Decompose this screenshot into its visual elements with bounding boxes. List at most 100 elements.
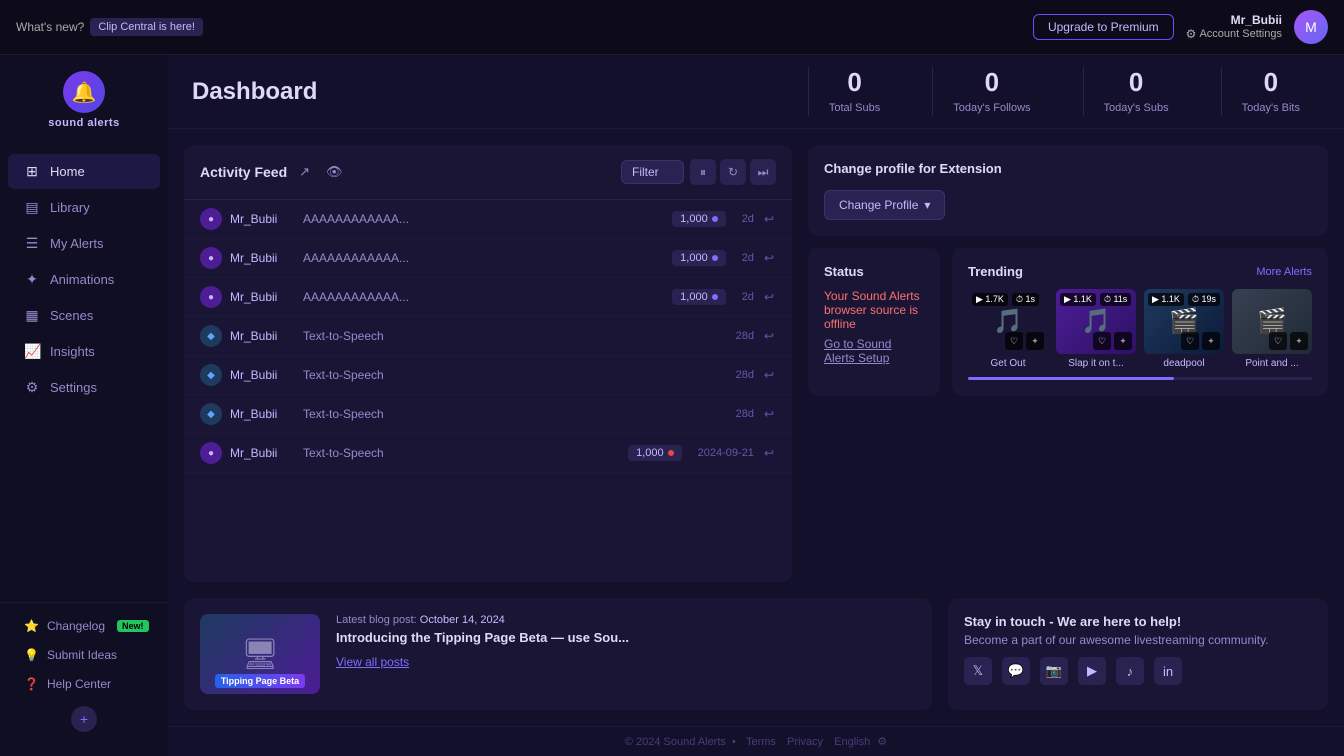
points-dot [668,450,674,456]
card-thumbnail: 🎬 ▶ 1.1K ⏱ 19s ♡ + [1144,289,1224,354]
feed-username: Mr_Bubii [230,290,295,304]
trending-card[interactable]: 🎬 ▶ 1.1K ⏱ 19s ♡ + deadpool [1144,289,1224,369]
discord-icon[interactable]: 💬 [1002,657,1030,685]
trending-card[interactable]: 🎵 ▶ 1.1K ⏱ 11s ♡ + Slap it on t... [1056,289,1136,369]
replay-button[interactable]: ↩ [762,444,776,462]
language-link[interactable]: English [834,736,870,748]
add-button[interactable]: + [1202,332,1220,350]
privacy-link[interactable]: Privacy [787,736,823,748]
twitter-icon[interactable]: 𝕏 [964,657,992,685]
feed-item: ● Mr_Bubii AAAAAAAAAAAA... 1,000 2d ↩ [184,278,792,317]
replay-button[interactable]: ↩ [762,405,776,423]
add-button[interactable]: + [1290,332,1308,350]
topbar-right: Upgrade to Premium Mr_Bubii ⚙ Account Se… [1033,10,1328,44]
footer-gear-icon: ⚙ [877,736,887,748]
feed-item: ◆ Mr_Bubii Text-to-Speech 28d ↩ [184,356,792,395]
filter-select[interactable]: Filter [621,160,684,184]
blog-date: October 14, 2024 [420,614,505,626]
card-name: deadpool [1144,358,1224,369]
stat-total-subs: 0 Total Subs [808,67,900,116]
youtube-icon[interactable]: ▶ [1078,657,1106,685]
replay-button[interactable]: ↩ [762,366,776,384]
like-button[interactable]: ♡ [1269,332,1287,350]
thumb-actions: ♡ + [1093,332,1132,350]
circle-action-button[interactable]: + [71,706,97,732]
more-alerts-link[interactable]: More Alerts [1256,266,1312,278]
pause-button[interactable]: ⏸ [690,159,716,185]
duration: ⏱ 11s [1100,293,1131,306]
dropdown-arrow-icon: ▾ [924,198,930,212]
changelog-label: Changelog [47,619,105,633]
sidebar-item-settings[interactable]: ⚙ Settings [8,370,160,405]
add-button[interactable]: + [1114,332,1132,350]
card-name: Point and ... [1232,358,1312,369]
replay-button[interactable]: ↩ [762,249,776,267]
sidebar-item-scenes[interactable]: ▦ Scenes [8,298,160,333]
replay-button[interactable]: ↩ [762,210,776,228]
like-button[interactable]: ♡ [1005,332,1023,350]
total-subs-label: Total Subs [829,102,880,114]
stat-today-subs: 0 Today's Subs [1083,67,1189,116]
sidebar-item-changelog[interactable]: ⭐ Changelog New! [8,612,160,640]
status-title: Status [824,264,924,279]
skip-button[interactable]: ⏭ [750,159,776,185]
feed-time: 2d [742,291,754,303]
external-link-button[interactable]: ↗ [295,162,314,182]
instagram-icon[interactable]: 📷 [1040,657,1068,685]
thumb-actions: ♡ + [1181,332,1220,350]
community-title: Stay in touch - We are here to help! [964,614,1312,629]
sidebar-item-animations[interactable]: ✦ Animations [8,262,160,297]
sidebar-item-home[interactable]: ⊞ Home [8,154,160,189]
logo-icon: 🔔 [63,71,105,113]
sidebar-item-my-alerts[interactable]: ☰ My Alerts [8,226,160,261]
points-dot [712,255,718,261]
upgrade-button[interactable]: Upgrade to Premium [1033,14,1174,40]
feed-dot: ● [200,442,222,464]
refresh-button[interactable]: ↻ [720,159,746,185]
like-button[interactable]: ♡ [1093,332,1111,350]
user-info: Mr_Bubii ⚙ Account Settings [1186,13,1282,41]
linkedin-icon[interactable]: in [1154,657,1182,685]
page-title: Dashboard [192,78,808,106]
feed-points: 1,000 [672,250,726,266]
play-count: ▶ 1.1K [1148,293,1184,306]
change-profile-button[interactable]: Change Profile ▾ [824,190,945,220]
tiktok-icon[interactable]: ♪ [1116,657,1144,685]
community-subtitle: Become a part of our awesome livestreami… [964,633,1312,647]
replay-button[interactable]: ↩ [762,288,776,306]
sidebar-label-animations: Animations [50,272,114,287]
like-button[interactable]: ♡ [1181,332,1199,350]
sidebar: 🔔 sound alerts ⊞ Home ▤ Library ☰ My Ale… [0,55,168,756]
scenes-icon: ▦ [24,307,40,324]
account-settings-label[interactable]: Account Settings [1199,28,1282,40]
announcement-link[interactable]: Clip Central is here! [90,18,203,36]
feed-list: ● Mr_Bubii AAAAAAAAAAAA... 1,000 2d ↩ ● … [184,200,792,582]
thumb-actions: ♡ + [1269,332,1308,350]
sidebar-label-my-alerts: My Alerts [50,236,103,251]
trending-panel: Trending More Alerts 🎵 ▶ 1.7K ⏱ 1s ♡ + G… [952,248,1328,396]
add-button[interactable]: + [1026,332,1044,350]
feed-type: AAAAAAAAAAAA... [303,290,664,304]
today-subs-label: Today's Subs [1104,102,1169,114]
trending-card[interactable]: 🎵 ▶ 1.7K ⏱ 1s ♡ + Get Out [968,289,1048,369]
home-icon: ⊞ [24,163,40,180]
trending-card[interactable]: 🎬 ♡ + Point and ... [1232,289,1312,369]
status-setup-link[interactable]: Go to Sound Alerts Setup [824,337,924,365]
card-name: Slap it on t... [1056,358,1136,369]
terms-link[interactable]: Terms [746,736,776,748]
sidebar-label-library: Library [50,200,90,215]
blog-label: Latest blog post: October 14, 2024 [336,614,916,626]
eye-button[interactable]: 👁 [322,162,347,182]
content: Dashboard 0 Total Subs 0 Today's Follows… [168,55,1344,756]
sidebar-item-help-center[interactable]: ❓ Help Center [8,670,160,698]
replay-button[interactable]: ↩ [762,327,776,345]
feed-item: ◆ Mr_Bubii Text-to-Speech 28d ↩ [184,395,792,434]
feed-username: Mr_Bubii [230,407,295,421]
sidebar-item-insights[interactable]: 📈 Insights [8,334,160,369]
sidebar-item-submit-ideas[interactable]: 💡 Submit Ideas [8,641,160,669]
stat-today-follows: 0 Today's Follows [932,67,1050,116]
view-all-posts-link[interactable]: View all posts [336,655,409,669]
sidebar-item-library[interactable]: ▤ Library [8,190,160,225]
stats-items: 0 Total Subs 0 Today's Follows 0 Today's… [808,67,1320,116]
trending-cards: 🎵 ▶ 1.7K ⏱ 1s ♡ + Get Out 🎵 ▶ 1.1K ⏱ 11s… [968,289,1312,369]
